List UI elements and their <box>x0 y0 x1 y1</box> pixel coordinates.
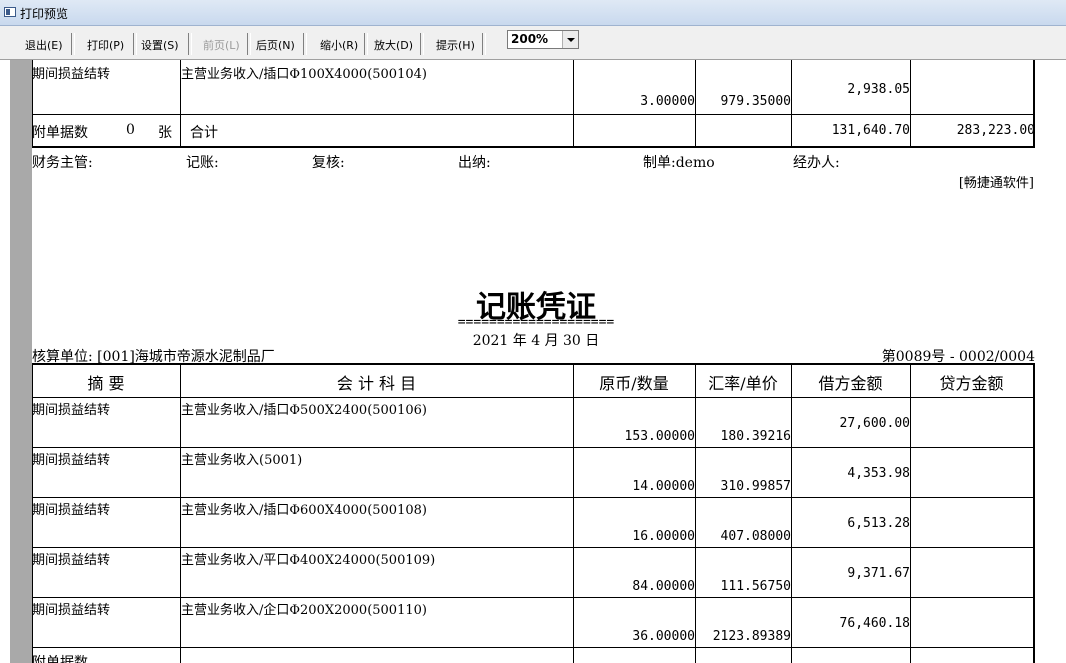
row-qty: 16.00000 <box>632 529 695 544</box>
attachment-label: 附单据数 <box>32 125 88 141</box>
row-price: 111.56750 <box>720 579 791 594</box>
header-summary: 摘 要 <box>87 374 125 393</box>
reviewer-label: 复核: <box>312 155 345 171</box>
row-debit: 4,353.98 <box>847 466 910 481</box>
window-titlebar: 打印预览 <box>0 0 1066 26</box>
window-left-edge <box>0 60 10 663</box>
toolbar-separator <box>133 33 137 55</box>
row-qty: 14.00000 <box>632 479 695 494</box>
hint-button[interactable]: 提示(H) <box>436 37 475 53</box>
row-summary: 期间损益结转 <box>32 403 111 418</box>
total-debit: 131,640.70 <box>831 123 910 138</box>
row-account: 主营业务收入/企口Φ200X2000(500110) <box>181 603 427 618</box>
row-qty: 3.00000 <box>640 94 695 109</box>
print-preview-icon <box>4 7 16 17</box>
row-account: 主营业务收入/插口Φ500X2400(500106) <box>181 403 427 418</box>
toolbar-separator <box>71 33 75 55</box>
maker-label: 制单:demo <box>643 155 715 171</box>
row-price: 310.99857 <box>720 479 791 494</box>
row-debit: 76,460.18 <box>839 616 910 631</box>
header-price: 汇率/单价 <box>708 374 778 393</box>
preview-gutter <box>10 60 32 663</box>
row-summary: 期间损益结转 <box>32 503 111 518</box>
row-qty: 84.00000 <box>632 579 695 594</box>
row-debit: 6,513.28 <box>847 516 910 531</box>
zoom-out-button[interactable]: 缩小(R) <box>320 37 358 53</box>
row-price: 979.35000 <box>720 94 791 109</box>
row-account: 主营业务收入(5001) <box>181 453 303 468</box>
attachment-count: 0 <box>126 122 135 138</box>
finance-supervisor-label: 财务主管: <box>32 155 93 171</box>
attachment-unit: 张 <box>158 125 172 141</box>
toolbar: 退出(E) 打印(P) 设置(S) 前页(L) 后页(N) 缩小(R) 放大(D… <box>0 26 1066 60</box>
window-title: 打印预览 <box>20 7 69 21</box>
exit-button[interactable]: 退出(E) <box>25 37 63 53</box>
toolbar-separator <box>420 33 424 55</box>
row-qty: 153.00000 <box>624 429 695 444</box>
row-price: 180.39216 <box>720 429 791 444</box>
row-account: 主营业务收入/平口Φ400X24000(500109) <box>181 553 436 568</box>
cashier-label: 出纳: <box>458 155 491 171</box>
zoom-in-button[interactable]: 放大(D) <box>374 37 413 53</box>
handler-label: 经办人: <box>793 155 840 171</box>
toolbar-separator <box>303 33 307 55</box>
row-price: 407.08000 <box>720 529 791 544</box>
row-summary: 期间损益结转 <box>32 553 111 568</box>
software-watermark: [畅捷通软件] <box>958 176 1034 191</box>
row-summary: 期间损益结转 <box>32 603 111 618</box>
total-label: 合计 <box>190 125 218 141</box>
row-debit: 9,371.67 <box>847 566 910 581</box>
header-account: 会 计 科 目 <box>336 374 417 393</box>
row-price: 2123.89389 <box>712 629 791 644</box>
header-credit: 贷方金额 <box>939 374 1004 393</box>
row-debit: 27,600.00 <box>839 416 910 431</box>
chevron-down-icon[interactable] <box>562 31 578 48</box>
title-underline: ==================== <box>457 315 615 330</box>
toolbar-separator <box>188 33 192 55</box>
attachment-label: 附单据数 <box>32 655 88 663</box>
row-qty: 36.00000 <box>632 629 695 644</box>
zoom-value: 200% <box>511 32 549 46</box>
bookkeeper-label: 记账: <box>186 155 219 171</box>
row-account: 主营业务收入/插口Φ100X4000(500104) <box>181 67 427 82</box>
settings-button[interactable]: 设置(S) <box>141 37 179 53</box>
toolbar-separator <box>364 33 368 55</box>
next-page-button[interactable]: 后页(N) <box>256 37 295 53</box>
row-debit: 2,938.05 <box>847 82 910 97</box>
row-summary: 期间损益结转 <box>32 453 111 468</box>
prev-page-button[interactable]: 前页(L) <box>203 37 240 53</box>
header-qty: 原币/数量 <box>599 374 669 393</box>
row-summary: 期间损益结转 <box>32 67 111 82</box>
toolbar-separator <box>482 33 486 55</box>
voucher-date: 2021 年 4 月 30 日 <box>472 333 600 349</box>
total-credit: 283,223.00 <box>956 123 1035 138</box>
print-preview-page: 期间损益结转 主营业务收入/插口Φ100X4000(500104) 3.0000… <box>32 60 1066 663</box>
row-account: 主营业务收入/插口Φ600X4000(500108) <box>181 503 427 518</box>
print-button[interactable]: 打印(P) <box>87 37 124 53</box>
toolbar-separator <box>247 33 251 55</box>
header-debit: 借方金额 <box>818 374 883 393</box>
zoom-select[interactable]: 200% <box>507 30 579 49</box>
